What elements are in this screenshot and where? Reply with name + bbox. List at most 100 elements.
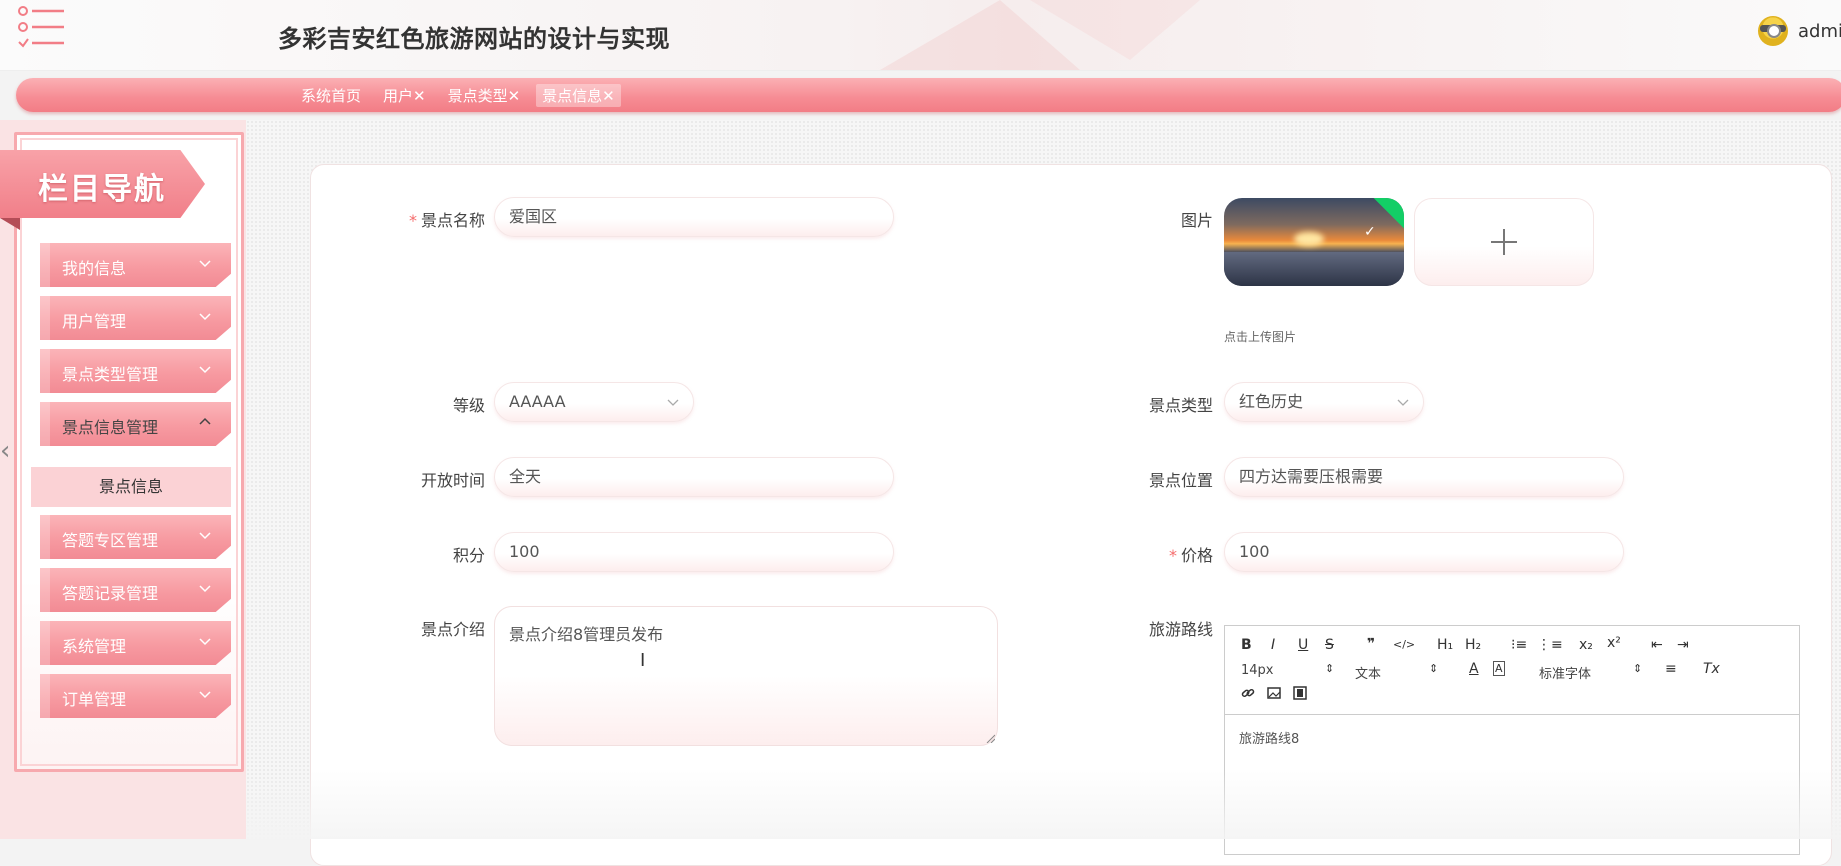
scenic-type-label: 景点类型 (1148, 396, 1213, 415)
sidebar-item-orders[interactable]: 订单管理 (40, 674, 231, 718)
sidebar-item-my-info[interactable]: 我的信息 (40, 243, 231, 287)
video-icon (1293, 686, 1307, 700)
sidebar-item-label: 答题记录管理 (62, 584, 159, 603)
text-type-select[interactable]: 文本 (1355, 663, 1381, 682)
chevron-down-icon (199, 638, 211, 646)
chevron-down-icon (199, 313, 211, 321)
location-label: 景点位置 (1148, 471, 1213, 490)
code-block-button[interactable]: </> (1393, 638, 1415, 651)
points-input[interactable]: 100 (494, 532, 894, 572)
strike-button[interactable]: S (1325, 637, 1334, 653)
superscript-button[interactable]: x² (1607, 635, 1621, 651)
uploaded-image-thumbnail[interactable]: ✓ (1224, 198, 1404, 286)
check-icon: ✓ (1364, 224, 1376, 240)
text-cursor-icon: I (640, 650, 646, 671)
editor-toolbar: B I U S ❞ </> H₁ H₂ ⁝≡ ⋮≡ x₂ x² ⇤ ⇥ 14px… (1225, 626, 1799, 715)
tab-home[interactable]: 系统首页 (301, 85, 361, 106)
route-label: 旅游路线 (1148, 620, 1213, 639)
sidebar-item-system[interactable]: 系统管理 (40, 621, 231, 665)
font-color-button[interactable]: A (1469, 661, 1479, 677)
sidebar-item-label: 景点类型管理 (62, 365, 159, 384)
font-size-chevron-icon[interactable]: ⇕ (1325, 662, 1334, 675)
user-menu[interactable]: admin (1758, 16, 1841, 46)
scenic-name-input[interactable]: 爱国区 (494, 197, 894, 237)
upload-success-badge (1373, 198, 1404, 231)
sidebar-item-users[interactable]: 用户管理 (40, 296, 231, 340)
image-button[interactable] (1267, 686, 1281, 704)
chevron-down-icon (199, 532, 211, 540)
price-label: * 价格 (1168, 546, 1213, 565)
bold-button[interactable]: B (1241, 637, 1252, 653)
video-button[interactable] (1293, 686, 1307, 704)
sidebar-item-quiz[interactable]: 答题专区管理 (40, 515, 231, 559)
sidebar-item-scenic-type[interactable]: 景点类型管理 (40, 349, 231, 393)
sidebar-item-label: 我的信息 (62, 259, 127, 278)
collapse-sidebar-icon[interactable]: ‹ (0, 436, 10, 466)
open-time-input[interactable]: 全天 (494, 457, 894, 497)
align-button[interactable]: ≡ (1665, 661, 1677, 677)
sidebar-subitem-label: 景点信息 (98, 477, 163, 496)
image-icon (1267, 687, 1281, 699)
location-input[interactable]: 四方达需要压根需要 (1224, 457, 1624, 497)
price-input[interactable]: 100 (1224, 532, 1624, 572)
intro-textarea[interactable]: 景点介绍8管理员发布 (494, 606, 998, 746)
blockquote-button[interactable]: ❞ (1367, 636, 1375, 652)
intro-label: 景点介绍 (420, 620, 485, 639)
h2-button[interactable]: H₂ (1465, 637, 1481, 653)
underline-button[interactable]: U (1298, 637, 1308, 653)
indent-button[interactable]: ⇥ (1677, 637, 1689, 653)
font-size-select[interactable]: 14px (1241, 663, 1274, 678)
font-family-select[interactable]: 标准字体 (1539, 663, 1591, 682)
sidebar-subitem-scenic-info[interactable]: 景点信息 (31, 467, 231, 507)
avatar[interactable] (1758, 16, 1788, 46)
level-select[interactable]: AAAAA (494, 382, 694, 422)
sidebar-title: 栏目导航 (38, 172, 166, 207)
image-upload-button[interactable] (1414, 198, 1594, 286)
ordered-list-button[interactable]: ⁝≡ (1511, 637, 1527, 653)
username[interactable]: admin (1798, 21, 1841, 42)
h1-button[interactable]: H₁ (1437, 637, 1453, 653)
chevron-down-icon (199, 366, 211, 374)
sidebar-item-label: 答题专区管理 (62, 531, 159, 550)
sidebar-item-quiz-records[interactable]: 答题记录管理 (40, 568, 231, 612)
open-time-label: 开放时间 (420, 471, 485, 490)
sidebar-item-scenic-info[interactable]: 景点信息管理 (40, 402, 231, 446)
chevron-up-icon (199, 417, 211, 425)
editor-content[interactable]: 旅游路线8 (1239, 728, 1299, 747)
chevron-down-icon (199, 260, 211, 268)
top-header: 多彩吉安红色旅游网站的设计与实现 admin (0, 0, 1841, 71)
header-decoration (880, 0, 1200, 70)
chevron-down-icon (199, 585, 211, 593)
text-type-chevron-icon[interactable]: ⇕ (1429, 662, 1438, 675)
plus-icon (1491, 229, 1517, 255)
subscript-button[interactable]: x₂ (1579, 637, 1593, 653)
tab-bar: 系统首页 用户✕ 景点类型✕ 景点信息✕ (16, 78, 1841, 112)
points-label: 积分 (452, 546, 485, 565)
link-button[interactable] (1241, 686, 1255, 703)
tab-users[interactable]: 用户✕ (383, 85, 426, 106)
app-title: 多彩吉安红色旅游网站的设计与实现 (278, 25, 670, 53)
link-icon (1241, 688, 1255, 698)
italic-button[interactable]: I (1271, 637, 1275, 653)
menu-toggle-icon[interactable] (18, 6, 66, 48)
rich-text-editor: B I U S ❞ </> H₁ H₂ ⁝≡ ⋮≡ x₂ x² ⇤ ⇥ 14px… (1224, 625, 1800, 855)
outdent-button[interactable]: ⇤ (1651, 637, 1663, 653)
image-label: 图片 (1180, 211, 1213, 230)
tab-scenic-info[interactable]: 景点信息✕ (536, 83, 621, 107)
scenic-type-select[interactable]: 红色历史 (1224, 382, 1424, 422)
chevron-down-icon (199, 691, 211, 699)
sidebar-item-label: 用户管理 (62, 312, 127, 331)
clear-format-button[interactable]: Tx (1703, 661, 1720, 677)
background-color-button[interactable]: A (1493, 661, 1505, 676)
upload-hint: 点击上传图片 (1224, 330, 1297, 344)
chevron-down-icon (1397, 399, 1409, 406)
sidebar-item-label: 景点信息管理 (62, 418, 159, 437)
sidebar-item-label: 订单管理 (62, 690, 127, 709)
chevron-down-icon (667, 399, 679, 406)
font-family-chevron-icon[interactable]: ⇕ (1633, 662, 1642, 675)
resize-grip-icon[interactable] (985, 733, 995, 743)
level-label: 等级 (452, 396, 485, 415)
scenic-name-label: * 景点名称 (408, 211, 485, 230)
bullet-list-button[interactable]: ⋮≡ (1537, 637, 1563, 653)
tab-scenic-type[interactable]: 景点类型✕ (448, 85, 521, 106)
